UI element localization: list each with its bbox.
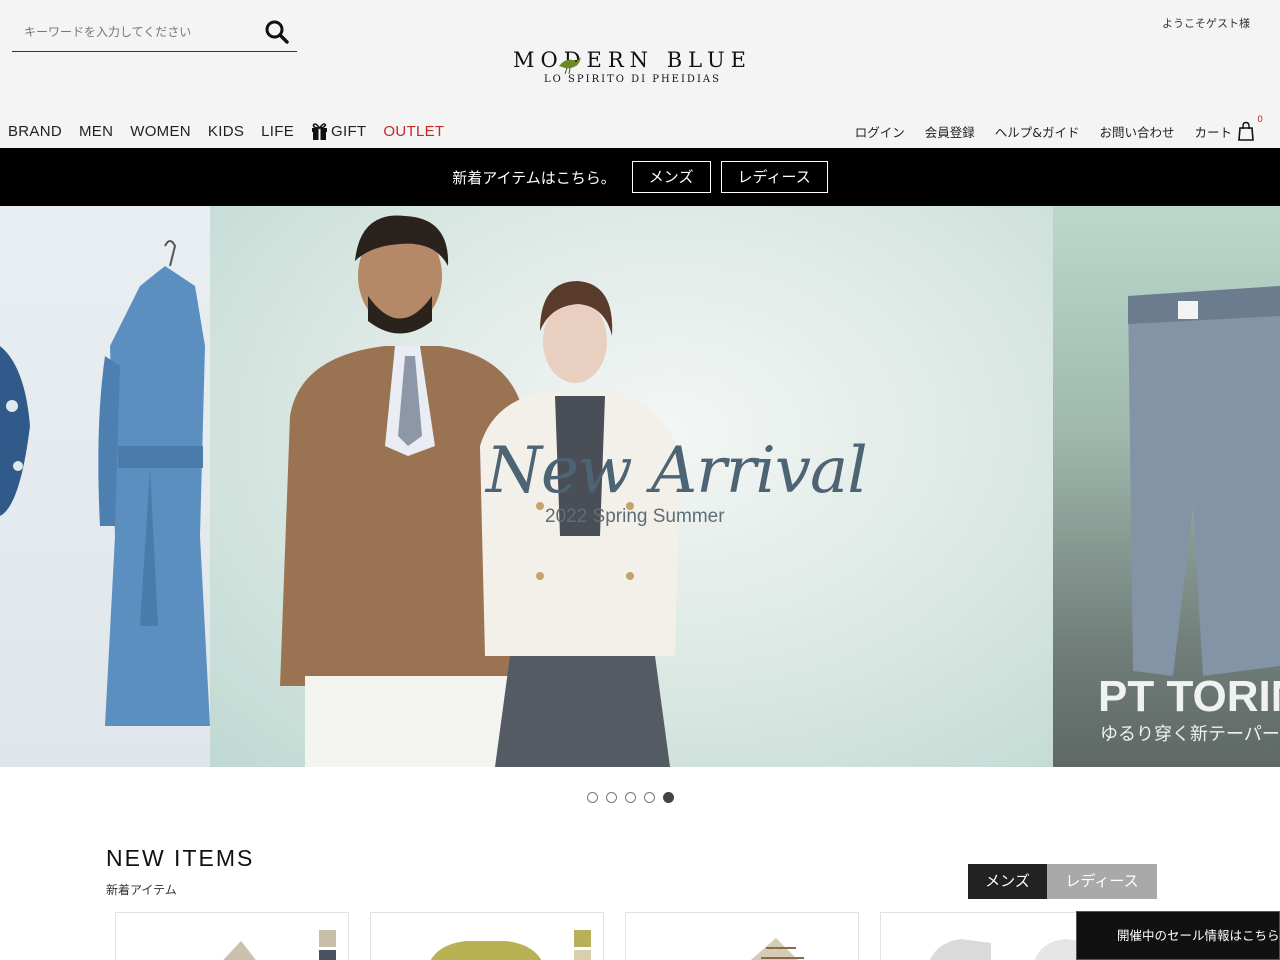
- nav-brand[interactable]: BRAND: [8, 123, 62, 140]
- product-card[interactable]: [370, 912, 604, 960]
- nav-gift[interactable]: GIFT: [311, 122, 366, 140]
- new-items-subtitle: 新着アイテム: [106, 883, 177, 897]
- bird-logo-icon: [559, 57, 581, 75]
- logo-wordmark: MODERN BLUE: [512, 48, 752, 72]
- carousel-dot-3[interactable]: [625, 792, 636, 803]
- color-swatches: [319, 930, 336, 960]
- color-swatches: [574, 930, 591, 960]
- carousel-dot-2[interactable]: [606, 792, 617, 803]
- next-slide-subtitle: ゆるり穿く新テーパー: [1100, 724, 1280, 745]
- notice-men-button[interactable]: メンズ: [631, 161, 711, 193]
- search-input[interactable]: [12, 20, 252, 44]
- carousel-pagination: [587, 792, 682, 803]
- product-image: [430, 941, 542, 960]
- logo-tagline: LO SPIRITO DI PHEIDIAS: [544, 74, 721, 85]
- new-items-title: NEW ITEMS: [106, 845, 255, 871]
- notice-text: 新着アイテムはこちら。: [452, 168, 616, 187]
- nav-life[interactable]: LIFE: [261, 123, 294, 140]
- help-link[interactable]: ヘルプ&ガイド: [995, 122, 1080, 141]
- color-swatch[interactable]: [319, 950, 336, 960]
- nav-men[interactable]: MEN: [79, 123, 113, 140]
- site-logo[interactable]: MODERN BLUE LO SPIRITO DI PHEIDIAS: [505, 48, 760, 94]
- product-image: [750, 938, 804, 960]
- denim-dress-image: [0, 240, 210, 726]
- nav-gift-label: GIFT: [331, 122, 367, 140]
- hero-carousel[interactable]: New Arrival 2022 Spring Summer PT TORIN …: [0, 206, 1280, 767]
- slide-previous[interactable]: [0, 206, 210, 767]
- main-navigation: BRAND MEN WOMEN KIDS LIFE GIFT OUTLET: [8, 118, 461, 144]
- new-items-tabs: メンズ レディース: [968, 864, 1157, 899]
- nav-outlet[interactable]: OUTLET: [383, 123, 444, 140]
- cart-count-badge: 0: [1257, 115, 1263, 125]
- carousel-dot-4[interactable]: [644, 792, 655, 803]
- color-swatch[interactable]: [574, 950, 591, 960]
- site-header: ようこそゲスト様 MODERN BLUE LO SPIRITO DI PHEID…: [0, 0, 1280, 148]
- login-link[interactable]: ログイン: [855, 122, 905, 141]
- sale-info-popup[interactable]: 開催中のセール情報はこちら: [1076, 911, 1280, 960]
- gift-icon: [312, 123, 328, 140]
- register-link[interactable]: 会員登録: [925, 122, 975, 141]
- nav-women[interactable]: WOMEN: [130, 123, 191, 140]
- carousel-dot-5[interactable]: [663, 792, 674, 803]
- hero-title: New Arrival: [486, 434, 868, 508]
- next-slide-title: PT TORIN: [1098, 672, 1280, 721]
- hero-subtitle: 2022 Spring Summer: [545, 506, 725, 527]
- tab-ladies[interactable]: レディース: [1047, 864, 1157, 899]
- product-card[interactable]: [625, 912, 859, 960]
- nav-kids[interactable]: KIDS: [208, 123, 244, 140]
- product-card[interactable]: [115, 912, 349, 960]
- carousel-dot-1[interactable]: [587, 792, 598, 803]
- product-list: [115, 912, 1135, 960]
- welcome-message: ようこそゲスト様: [1162, 17, 1250, 30]
- search-icon[interactable]: [263, 18, 291, 46]
- shopping-bag-icon: [1238, 121, 1254, 141]
- notice-ladies-button[interactable]: レディース: [720, 161, 828, 193]
- product-image: [223, 941, 256, 960]
- search-bar: [12, 12, 297, 52]
- tab-men[interactable]: メンズ: [968, 864, 1047, 899]
- new-arrival-notice-bar: 新着アイテムはこちら。 メンズ レディース: [0, 148, 1280, 206]
- cart-label: カート: [1194, 124, 1232, 140]
- slide-next[interactable]: PT TORIN ゆるり穿く新テーパー: [1053, 206, 1280, 767]
- cart-link[interactable]: カート 0: [1194, 115, 1263, 141]
- contact-link[interactable]: お問い合わせ: [1099, 122, 1174, 141]
- utility-navigation: ログイン 会員登録 ヘルプ&ガイド お問い合わせ カート 0: [835, 115, 1263, 144]
- color-swatch[interactable]: [574, 930, 591, 947]
- color-swatch[interactable]: [319, 930, 336, 947]
